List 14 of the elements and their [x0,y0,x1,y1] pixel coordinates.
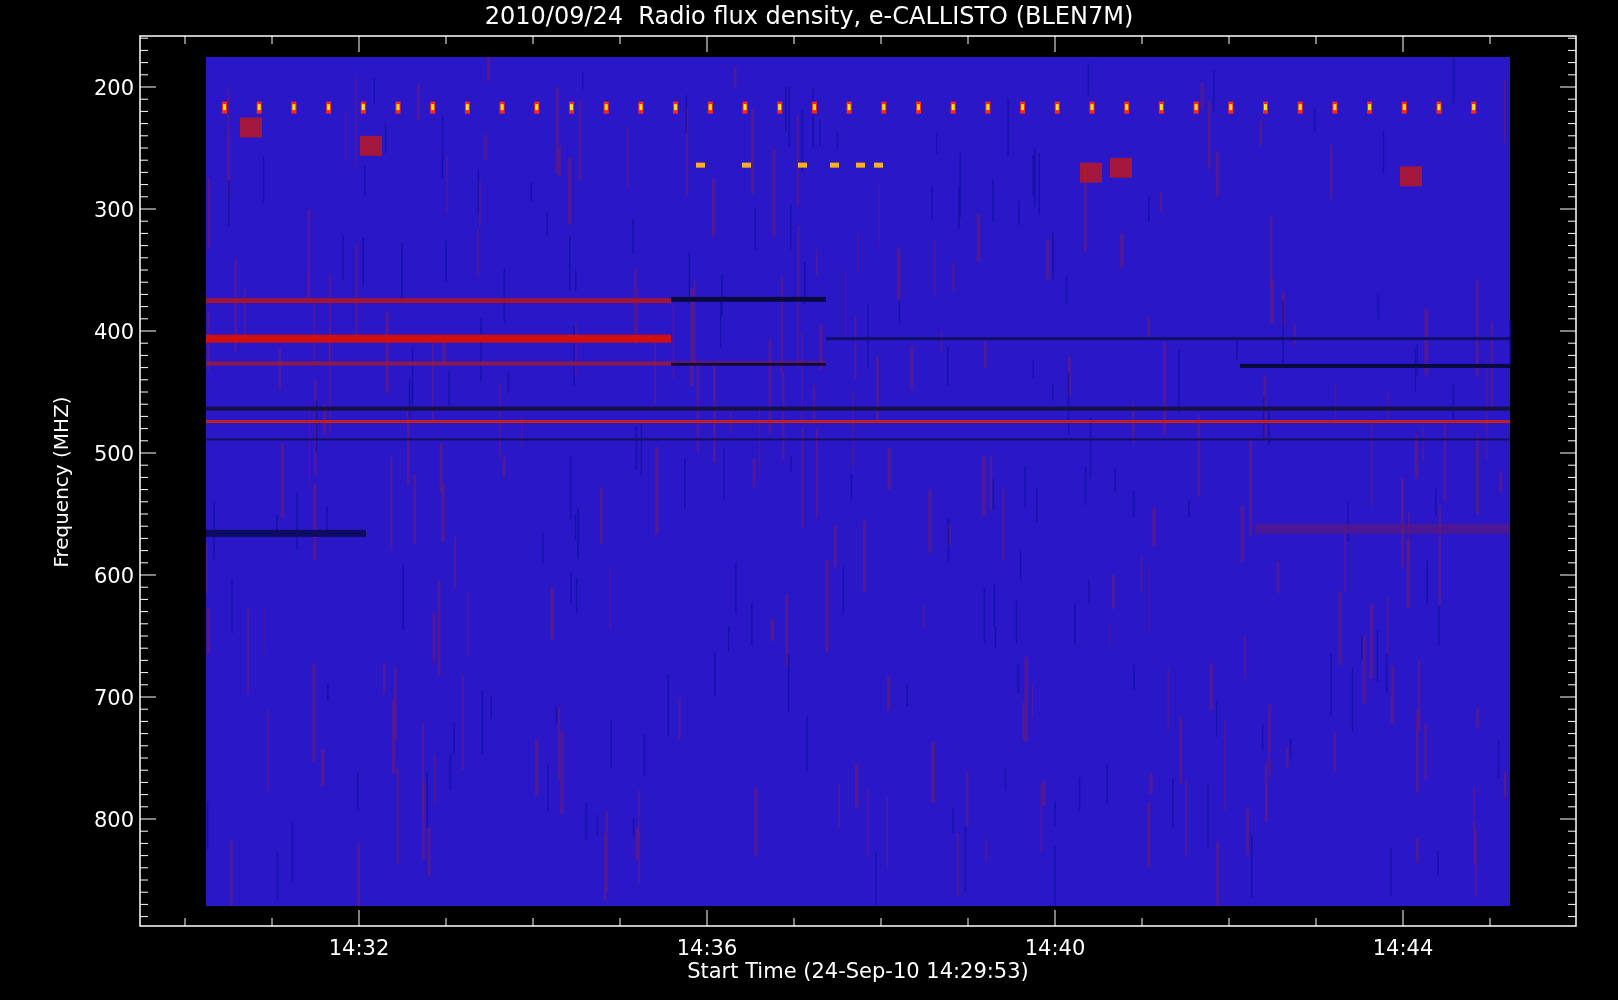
tick-label: 14:36 [676,936,738,960]
tick-label: 500 [93,442,134,466]
axis-label: Start Time (24-Sep-10 14:29:53) [687,959,1029,983]
tick-label: 600 [93,564,134,588]
tick-label: 200 [93,76,134,100]
tick-label: 800 [93,808,134,832]
tick-label: 400 [93,320,134,344]
tick-label: 300 [93,198,134,222]
tick-label: 14:40 [1024,936,1086,960]
tick-label: 14:32 [328,936,390,960]
tick-label: 14:44 [1372,936,1434,960]
tick-label: 700 [93,686,134,710]
axis-label: Frequency (MHZ) [49,396,73,568]
chart-title: 2010/09/24 Radio flux density, e-CALLISTO (BLEN7M) [484,2,1134,30]
